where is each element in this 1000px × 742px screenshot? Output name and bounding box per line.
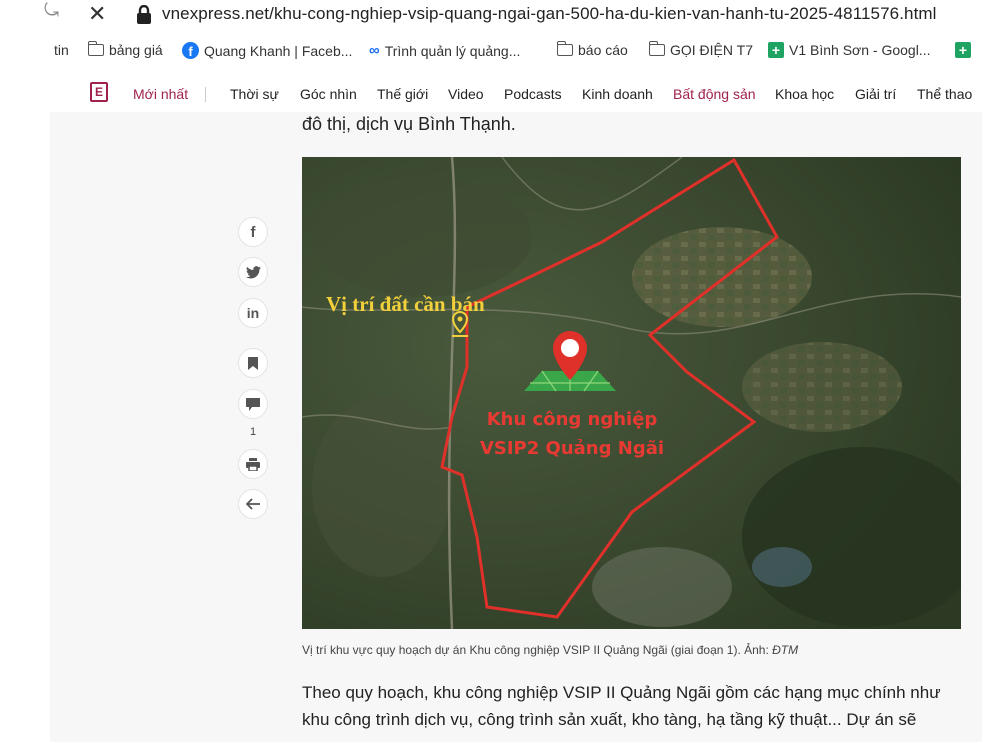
bookmark-item[interactable]: tin	[54, 42, 69, 58]
folder-icon	[87, 41, 104, 56]
bookmark-item[interactable]: ∞ Trình quản lý quảng...	[369, 42, 520, 59]
back-arrow-icon[interactable]	[238, 489, 268, 519]
sheets-icon: +	[768, 42, 784, 58]
nav-item-thoi-su[interactable]: Thời sự	[230, 86, 279, 102]
nav-divider	[205, 87, 206, 102]
bookmark-icon[interactable]	[238, 348, 268, 378]
close-icon[interactable]: ✕	[88, 1, 106, 27]
forward-icon[interactable]: ⤿	[44, 0, 59, 21]
print-icon[interactable]	[238, 449, 268, 479]
nav-item-kinh-doanh[interactable]: Kinh doanh	[582, 86, 653, 102]
nav-item-video[interactable]: Video	[448, 86, 484, 102]
facebook-icon: f	[182, 42, 199, 59]
nav-item-giai-tri[interactable]: Giải trí	[855, 86, 896, 102]
caption-credit: ĐTM	[772, 643, 799, 657]
nav-item-moi-nhat[interactable]: Mới nhất	[133, 86, 188, 102]
bookmark-item[interactable]: + V1 Bình Sơn - Googl...	[768, 42, 930, 58]
article-previous-line: đô thị, dịch vụ Bình Thạnh.	[302, 114, 516, 134]
body-paragraph-line: Theo quy hoạch, khu công nghiệp VSIP II …	[302, 683, 941, 702]
nav-item-podcasts[interactable]: Podcasts	[504, 86, 562, 102]
nav-item-the-gioi[interactable]: Thế giới	[377, 86, 428, 102]
map-label-land: Vị trí đất cần bán	[326, 292, 485, 316]
twitter-share-icon[interactable]	[238, 257, 268, 287]
linkedin-share-icon[interactable]: in	[238, 298, 268, 328]
url-field[interactable]: vnexpress.net/khu-cong-nghiep-vsip-quang…	[162, 4, 937, 24]
meta-icon: ∞	[369, 42, 380, 59]
bookmark-item[interactable]: GỌI ĐIỆN T7	[648, 41, 753, 58]
comment-icon[interactable]	[238, 389, 268, 419]
article-map-image: Vị trí đất cần bán Khu công nghiệp VSIP2…	[302, 157, 961, 629]
lock-icon[interactable]	[136, 4, 152, 30]
nav-item-goc-nhin[interactable]: Góc nhìn	[300, 86, 357, 102]
vnexpress-logo-icon[interactable]: E	[90, 82, 108, 102]
bookmark-item[interactable]: bảng giá	[87, 41, 163, 58]
map-label-park-line2: VSIP2 Quảng Ngãi	[480, 438, 664, 459]
article-body: Theo quy hoạch, khu công nghiệp VSIP II …	[302, 679, 962, 733]
comment-count: 1	[249, 426, 257, 438]
bookmark-item[interactable]: báo cáo	[556, 41, 628, 58]
facebook-share-icon[interactable]: f	[238, 217, 268, 247]
site-nav: E Mới nhất Thời sự Góc nhìn Thế giới Vid…	[0, 78, 1000, 112]
bookmark-item-overflow[interactable]: +	[955, 42, 971, 58]
nav-item-khoa-hoc[interactable]: Khoa học	[775, 86, 834, 102]
address-bar: ⤿ ✕ vnexpress.net/khu-cong-nghiep-vsip-q…	[0, 0, 1000, 30]
nav-item-the-thao[interactable]: Thể thao	[917, 86, 972, 102]
map-label-park-line1: Khu công nghiệp	[487, 409, 658, 430]
sheets-icon: +	[955, 42, 971, 58]
bookmarks-bar: tin bảng giá f Quang Khanh | Faceb... ∞ …	[0, 36, 1000, 66]
image-caption: Vị trí khu vực quy hoạch dự án Khu công …	[302, 643, 799, 657]
body-paragraph-line: khu công trình dịch vụ, công trình sản x…	[302, 710, 917, 729]
folder-icon	[556, 41, 573, 56]
folder-icon	[648, 41, 665, 56]
bookmark-item[interactable]: f Quang Khanh | Faceb...	[182, 42, 352, 59]
nav-item-bat-dong-san[interactable]: Bất động sản	[673, 86, 756, 102]
